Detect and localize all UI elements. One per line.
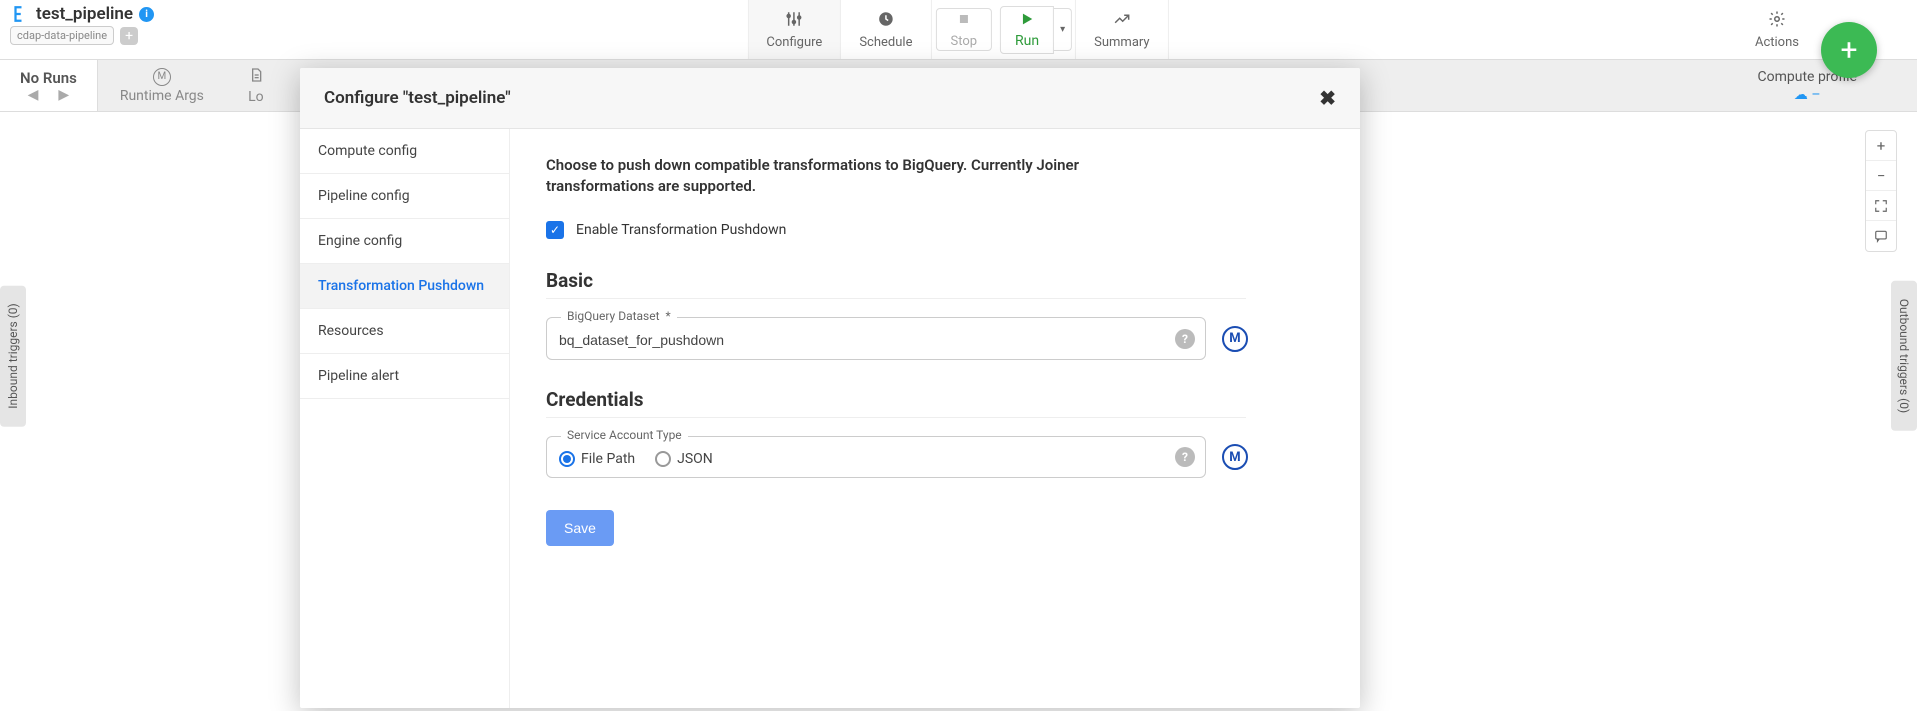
sidebar-item-engine-config[interactable]: Engine config: [300, 219, 509, 264]
help-icon[interactable]: ?: [1175, 329, 1195, 349]
document-icon: [248, 67, 264, 87]
add-tag-button[interactable]: +: [120, 27, 138, 45]
save-button[interactable]: Save: [546, 510, 614, 546]
logs-label: Lo: [248, 89, 264, 105]
sidebar-item-compute-config[interactable]: Compute config: [300, 129, 509, 174]
fit-screen-button[interactable]: [1866, 191, 1896, 221]
bq-dataset-field[interactable]: BigQuery Dataset * ?: [546, 317, 1206, 360]
pipeline-info: test_pipeline i cdap-data-pipeline +: [0, 0, 164, 59]
radio-json[interactable]: [655, 451, 671, 467]
gear-icon: [1768, 10, 1786, 33]
run-dropdown-button[interactable]: ▾: [1054, 8, 1072, 51]
bq-dataset-label: BigQuery Dataset *: [561, 309, 677, 323]
sidebar-item-resources[interactable]: Resources: [300, 309, 509, 354]
pipeline-type-badge[interactable]: cdap-data-pipeline: [10, 26, 114, 45]
enable-pushdown-label: Enable Transformation Pushdown: [576, 222, 786, 238]
macro-badge[interactable]: M: [1222, 326, 1248, 352]
pipeline-type-row: cdap-data-pipeline +: [10, 26, 154, 45]
sa-type-radio-group: File Path JSON: [559, 451, 1193, 467]
info-icon[interactable]: i: [139, 7, 154, 22]
runs-block: No Runs ◀ ▶: [0, 60, 98, 111]
cloud-icon: ☁ –: [1794, 87, 1821, 103]
run-label: Run: [1015, 33, 1039, 49]
logs-button[interactable]: Lo: [226, 60, 286, 111]
run-button[interactable]: Run: [1000, 6, 1054, 54]
summary-label: Summary: [1094, 35, 1149, 50]
modal-sidebar: Compute config Pipeline config Engine co…: [300, 129, 510, 708]
sidebar-item-pipeline-config[interactable]: Pipeline config: [300, 174, 509, 219]
runs-nav: ◀ ▶: [28, 87, 70, 103]
top-toolbar: test_pipeline i cdap-data-pipeline + Con…: [0, 0, 1917, 60]
modal-title: Configure "test_pipeline": [324, 88, 511, 108]
schedule-label: Schedule: [859, 35, 912, 50]
actions-button[interactable]: Actions: [1737, 10, 1817, 50]
prev-run-button[interactable]: ◀: [28, 87, 39, 103]
zoom-out-button[interactable]: −: [1866, 161, 1896, 191]
stop-button[interactable]: Stop: [935, 8, 992, 51]
enable-pushdown-row: ✓ Enable Transformation Pushdown: [546, 221, 1324, 239]
sliders-icon: [785, 10, 803, 33]
next-run-button[interactable]: ▶: [58, 87, 69, 103]
runtime-args-label: Runtime Args: [120, 88, 204, 104]
pipeline-title-row: test_pipeline i: [10, 4, 154, 24]
modal-close-button[interactable]: ✖: [1319, 86, 1336, 110]
radio-file-path-label: File Path: [581, 451, 635, 467]
summary-button[interactable]: Summary: [1075, 0, 1168, 59]
add-fab-button[interactable]: +: [1821, 22, 1877, 78]
zoom-controls: + −: [1865, 130, 1897, 252]
configure-button[interactable]: Configure: [747, 0, 841, 59]
modal-content: Choose to push down compatible transform…: [510, 129, 1360, 708]
modal-body: Compute config Pipeline config Engine co…: [300, 129, 1360, 708]
stop-label: Stop: [950, 34, 977, 49]
configure-label: Configure: [766, 35, 822, 50]
actions-label: Actions: [1755, 35, 1799, 50]
play-icon: [1019, 11, 1035, 31]
configure-modal: Configure "test_pipeline" ✖ Compute conf…: [300, 68, 1360, 708]
section-basic-title: Basic: [546, 269, 1246, 299]
macro-badge[interactable]: M: [1222, 444, 1248, 470]
runtime-args-button[interactable]: M Runtime Args: [98, 60, 226, 111]
comment-button[interactable]: [1866, 221, 1896, 251]
modal-header: Configure "test_pipeline" ✖: [300, 68, 1360, 129]
runs-title: No Runs: [20, 69, 77, 87]
stop-icon: [956, 11, 972, 32]
bq-dataset-input[interactable]: [559, 332, 1193, 348]
radio-json-label: JSON: [677, 451, 713, 467]
sa-type-field: Service Account Type File Path JSON ?: [546, 436, 1206, 478]
help-icon[interactable]: ?: [1175, 447, 1195, 467]
inbound-triggers-tab[interactable]: Inbound triggers (0): [0, 285, 26, 426]
bq-dataset-row: BigQuery Dataset * ? M: [546, 317, 1324, 360]
app-logo-icon: [10, 4, 30, 24]
sidebar-item-transformation-pushdown[interactable]: Transformation Pushdown: [300, 264, 509, 309]
schedule-button[interactable]: Schedule: [840, 0, 931, 59]
sa-type-file-path-option[interactable]: File Path: [559, 451, 635, 467]
sa-type-row: Service Account Type File Path JSON ? M: [546, 436, 1324, 478]
chart-icon: [1113, 10, 1131, 33]
clock-icon: [877, 10, 895, 33]
enable-pushdown-checkbox[interactable]: ✓: [546, 221, 564, 239]
required-asterisk: *: [666, 309, 671, 323]
toolbar-center: Configure Schedule Stop Run ▾: [748, 0, 1168, 59]
radio-file-path[interactable]: [559, 451, 575, 467]
section-credentials-title: Credentials: [546, 388, 1246, 418]
run-button-group: Run ▾: [1000, 8, 1072, 51]
macro-m-icon: M: [153, 68, 171, 86]
pipeline-name: test_pipeline: [36, 4, 133, 24]
outbound-triggers-tab[interactable]: Outbound triggers (0): [1891, 280, 1917, 430]
sa-type-json-option[interactable]: JSON: [655, 451, 713, 467]
pushdown-description: Choose to push down compatible transform…: [546, 155, 1186, 197]
sidebar-item-pipeline-alert[interactable]: Pipeline alert: [300, 354, 509, 399]
zoom-in-button[interactable]: +: [1866, 131, 1896, 161]
sa-type-label: Service Account Type: [561, 428, 688, 442]
bq-dataset-label-text: BigQuery Dataset: [567, 309, 660, 323]
